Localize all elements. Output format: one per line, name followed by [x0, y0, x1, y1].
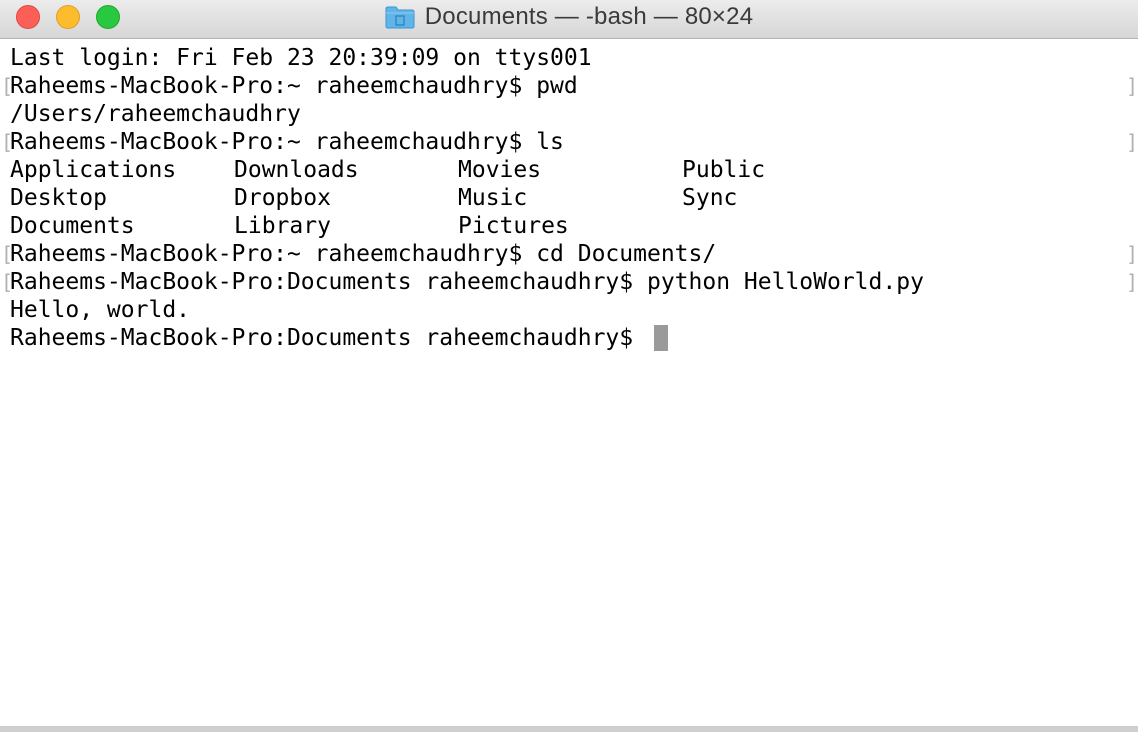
ls-entry: Dropbox — [234, 185, 331, 211]
terminal-content[interactable]: Last login: Fri Feb 23 20:39:09 on ttys0… — [0, 39, 1138, 726]
ls-command-line: Raheems-MacBook-Pro:~ raheemchaudhry$ ls — [10, 129, 564, 155]
command-mark-right: ] — [1126, 130, 1138, 154]
window-title-area: Documents — -bash — 80×24 — [0, 0, 1138, 34]
python-command-line: Raheems-MacBook-Pro:Documents raheemchau… — [10, 269, 924, 295]
ls-entry: Pictures — [458, 213, 569, 239]
ls-entry: Documents — [10, 213, 135, 239]
command-mark-right: ] — [1126, 270, 1138, 294]
title-bar[interactable]: Documents — -bash — 80×24 — [0, 0, 1138, 39]
python-output-line: Hello, world. — [10, 297, 191, 323]
command-mark-right: ] — [1126, 74, 1138, 98]
current-prompt-line: Raheems-MacBook-Pro:Documents raheemchau… — [10, 325, 647, 351]
ls-entry: Applications — [10, 157, 177, 183]
ls-entry: Music — [458, 185, 528, 211]
cd-command-line: Raheems-MacBook-Pro:~ raheemchaudhry$ cd… — [10, 241, 717, 267]
pwd-command-line: Raheems-MacBook-Pro:~ raheemchaudhry$ pw… — [10, 73, 578, 99]
ls-entry: Desktop — [10, 185, 107, 211]
ls-entry: Public — [682, 157, 766, 183]
ls-entry: Sync — [682, 185, 738, 211]
terminal-window: Documents — -bash — 80×24 Last login: Fr… — [0, 0, 1138, 726]
ls-entry: Downloads — [234, 157, 359, 183]
ls-entry: Library — [234, 213, 331, 239]
command-mark-right: ] — [1126, 242, 1138, 266]
last-login-line: Last login: Fri Feb 23 20:39:09 on ttys0… — [10, 45, 592, 71]
pwd-output-line: /Users/raheemchaudhry — [10, 101, 301, 127]
desktop-edge — [0, 726, 1138, 732]
window-title: Documents — -bash — 80×24 — [424, 3, 754, 30]
text-cursor — [654, 325, 668, 351]
folder-icon — [385, 6, 415, 29]
ls-entry: Movies — [458, 157, 542, 183]
